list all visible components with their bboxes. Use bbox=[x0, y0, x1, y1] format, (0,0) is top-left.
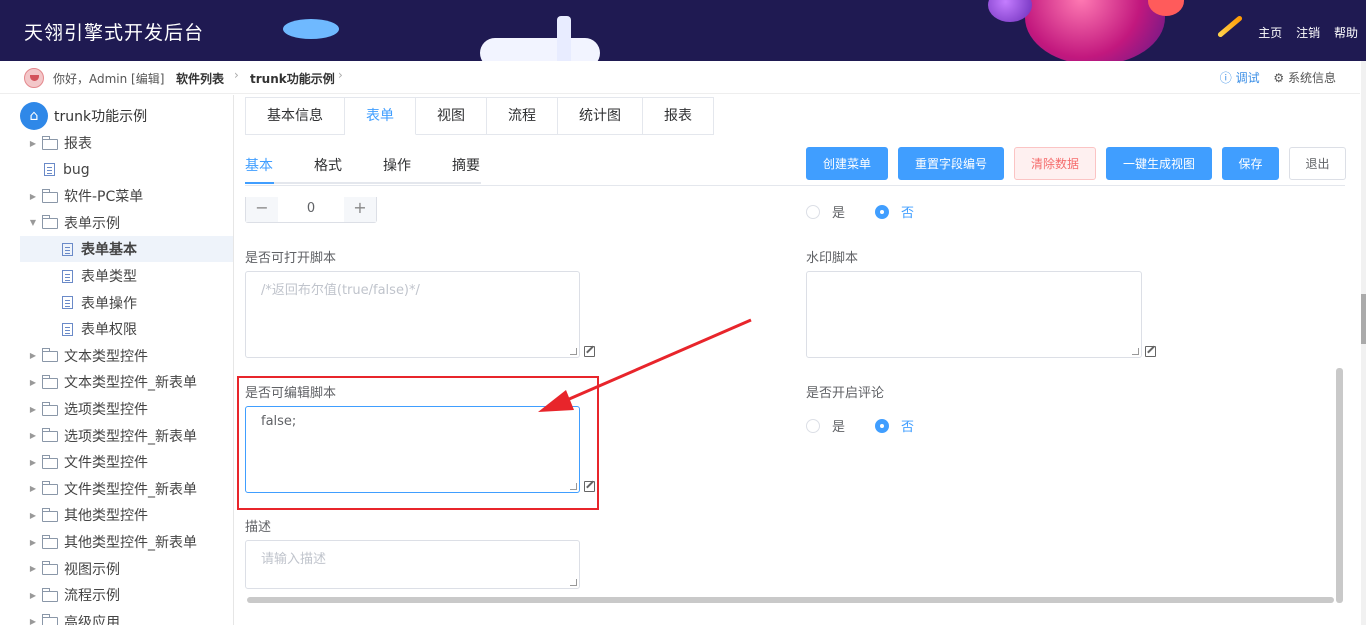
horizontal-scrollbar[interactable] bbox=[247, 597, 1334, 603]
page-scrollbar[interactable] bbox=[1361, 61, 1366, 625]
annotation-arrow-icon bbox=[538, 318, 752, 412]
vertical-scrollbar[interactable] bbox=[1336, 368, 1343, 603]
